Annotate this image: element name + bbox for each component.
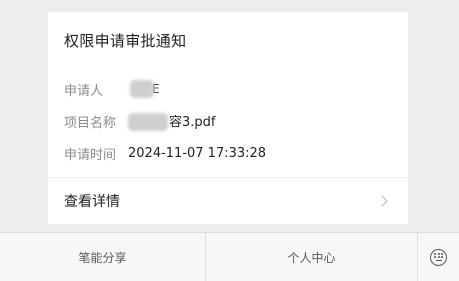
project-row: 项目名称 容3.pdf — [64, 111, 215, 132]
bottom-menu-bar: 笔能分享 个人中心 — [0, 232, 459, 281]
card-title: 权限申请审批通知 — [64, 32, 187, 50]
project-label: 项目名称 — [64, 115, 117, 131]
redacted-blur — [128, 113, 168, 132]
approval-notification-card: 权限申请审批通知 申请人 E 项目名称 容3.pdf 申请时间 2024-11-… — [48, 12, 408, 224]
time-label: 申请时间 — [64, 147, 117, 163]
project-value-suffix: 容3.pdf — [169, 114, 216, 130]
applicant-label: 申请人 — [64, 83, 104, 99]
view-details-label: 查看详情 — [64, 194, 120, 210]
applicant-row: 申请人 E — [64, 79, 160, 99]
keyboard-toggle-button[interactable] — [418, 233, 459, 281]
project-value: 容3.pdf — [128, 111, 215, 132]
tab-share[interactable]: 笔能分享 — [0, 233, 206, 281]
chevron-right-icon — [376, 195, 388, 207]
applicant-value: E — [128, 80, 160, 98]
keyboard-icon — [430, 248, 447, 266]
tab-personal-center[interactable]: 个人中心 — [206, 233, 418, 281]
view-details-link[interactable]: 查看详情 — [48, 178, 408, 224]
redacted-blur — [130, 80, 154, 98]
time-row: 申请时间 2024-11-07 17:33:28 — [64, 143, 266, 163]
time-value: 2024-11-07 17:33:28 — [128, 145, 267, 161]
tab-share-label: 笔能分享 — [78, 250, 127, 265]
tab-personal-center-label: 个人中心 — [287, 250, 336, 265]
